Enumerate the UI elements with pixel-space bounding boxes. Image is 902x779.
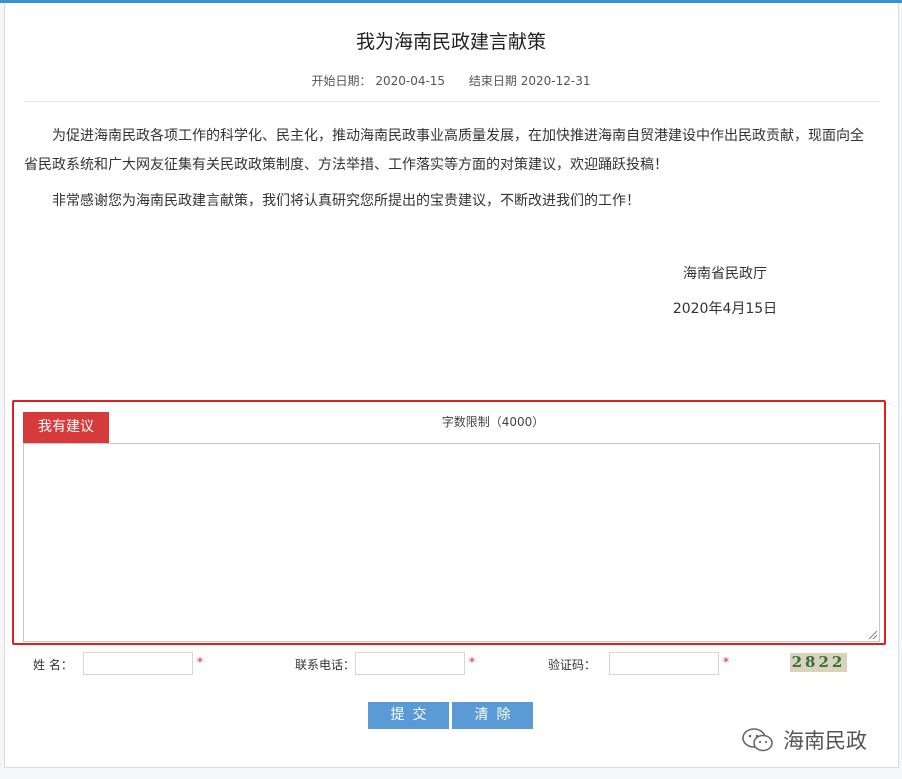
watermark: 海南民政 <box>741 726 867 754</box>
name-field[interactable] <box>83 652 193 675</box>
captcha-field[interactable] <box>609 652 719 675</box>
clear-button[interactable]: 清除 <box>452 702 533 729</box>
end-date-value: 2020-12-31 <box>520 74 591 88</box>
phone-required-mark: * <box>469 655 475 669</box>
captcha-required-mark: * <box>723 655 729 669</box>
page-title: 我为海南民政建言献策 <box>355 31 546 53</box>
watermark-text: 海南民政 <box>783 729 867 753</box>
phone-label: 联系电话： <box>295 658 356 672</box>
name-required-mark: * <box>197 655 203 669</box>
resize-handle-icon[interactable] <box>869 631 877 639</box>
end-date: 结束日期 2020-12-31 <box>469 74 591 88</box>
name-label: 姓 名： <box>33 658 73 672</box>
captcha-image[interactable]: 2822 <box>790 653 847 672</box>
phone-field[interactable] <box>355 652 465 675</box>
start-date-label: 开始日期： <box>311 74 372 88</box>
intro-paragraph-1: 为促进海南民政各项工作的科学化、民主化，推动海南民政事业高质量发展，在加快推进海… <box>24 128 864 173</box>
start-date-value: 2020-04-15 <box>375 74 446 88</box>
date-range: 开始日期： 2020-04-15 结束日期 2020-12-31 <box>0 72 902 89</box>
signature-date: 2020年4月15日 <box>672 301 778 317</box>
intro-paragraph-2: 非常感谢您为海南民政建言献策，我们将认真研究您所提出的宝贵建议，不断改进我们的工… <box>52 193 640 209</box>
captcha-label: 验证码： <box>548 658 597 672</box>
end-date-label: 结束日期 <box>468 74 517 88</box>
submit-button[interactable]: 提交 <box>368 702 449 729</box>
start-date: 开始日期： 2020-04-15 <box>311 74 445 88</box>
divider <box>24 101 879 102</box>
signature-org: 海南省民政厅 <box>683 266 767 282</box>
wechat-icon <box>742 728 773 752</box>
char-limit-label: 字数限制（4000） <box>441 415 545 429</box>
suggestion-textarea[interactable] <box>23 443 880 642</box>
